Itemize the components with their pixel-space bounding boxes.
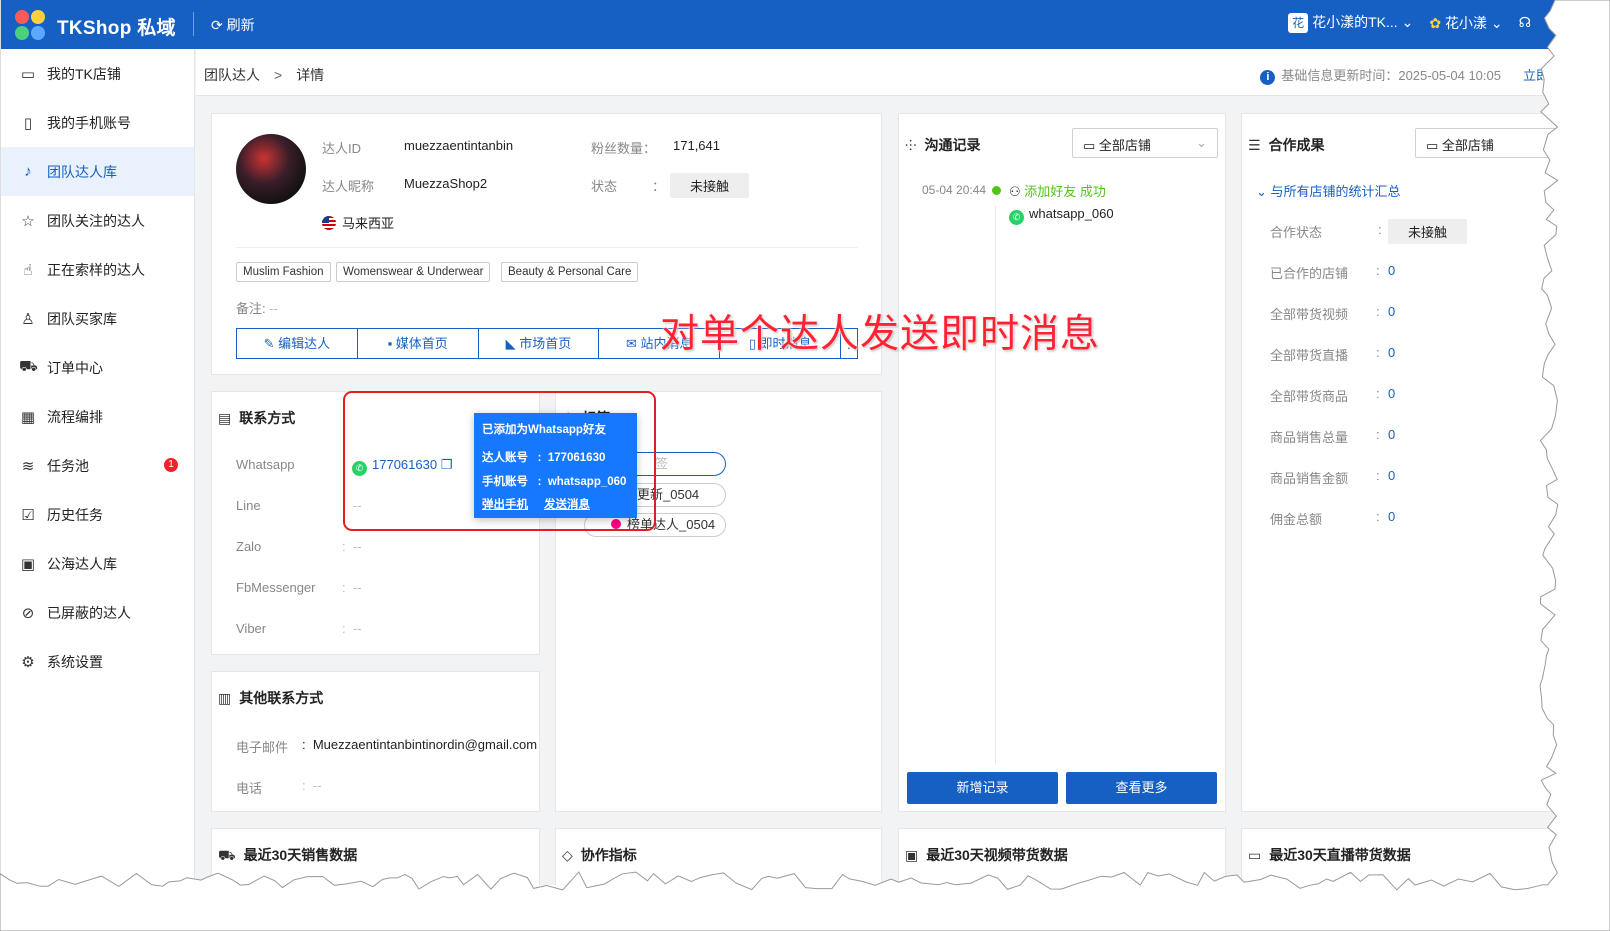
torn-paper-edge xyxy=(0,0,1610,931)
